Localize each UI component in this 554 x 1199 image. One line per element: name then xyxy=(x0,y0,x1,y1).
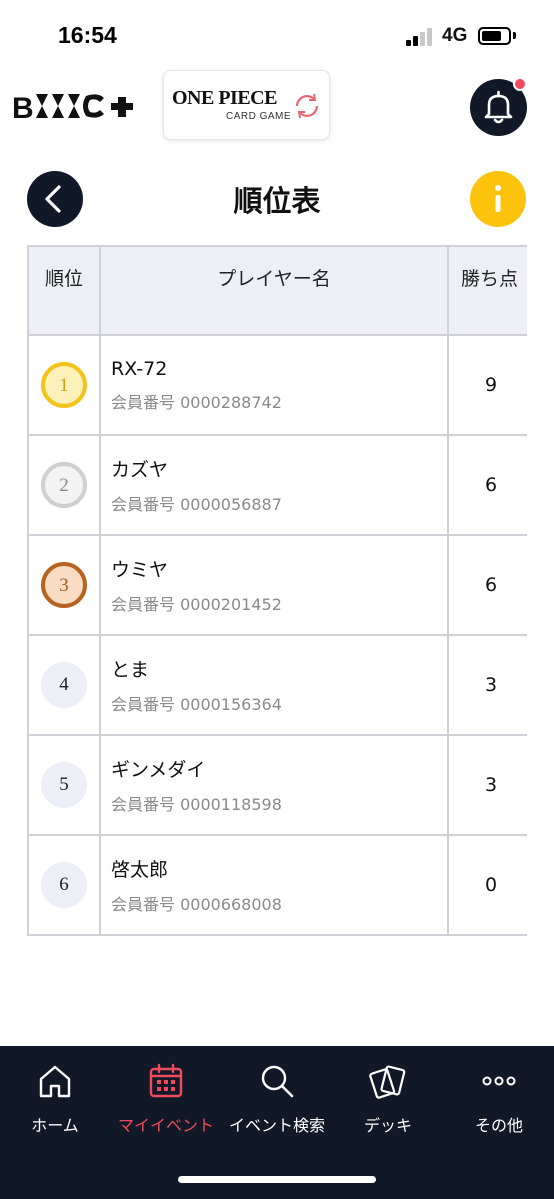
nav-deck[interactable]: デッキ xyxy=(333,1046,443,1146)
svg-text:B: B xyxy=(12,92,34,124)
score-value: 6 xyxy=(447,434,527,536)
rank-badge: 4 xyxy=(41,662,87,708)
one-piece-logo[interactable]: ONE PIECE CARD GAME xyxy=(163,70,330,140)
player-name: とま xyxy=(111,659,150,681)
game-logo-title: ONE PIECE xyxy=(172,87,277,109)
member-number: 会員番号 0000118598 xyxy=(111,795,282,814)
nav-home[interactable]: ホーム xyxy=(0,1046,110,1146)
player-name: 啓太郎 xyxy=(111,859,169,881)
header-score: 勝ち点 xyxy=(447,245,527,336)
table-row: 1 RX-72 会員番号 0000288742 9 xyxy=(27,334,527,436)
table-header-row: 順位 プレイヤー名 勝ち点 xyxy=(27,245,527,336)
player-name: ウミヤ xyxy=(111,559,169,581)
header-rank: 順位 xyxy=(27,245,101,336)
standings-table[interactable]: 順位 プレイヤー名 勝ち点 1 RX-72 会員番号 0000288742 9 … xyxy=(27,245,527,938)
btcg-logo[interactable]: B xyxy=(12,88,137,124)
home-indicator[interactable] xyxy=(178,1176,376,1183)
score-value: 3 xyxy=(447,734,527,836)
score-value: 0 xyxy=(447,834,527,936)
score-value: 6 xyxy=(447,534,527,636)
nav-my-events[interactable]: マイイベント xyxy=(111,1046,221,1146)
info-icon xyxy=(495,185,501,212)
info-button[interactable] xyxy=(470,171,526,227)
score-value: 3 xyxy=(447,634,527,736)
table-row: 4 とま 会員番号 0000156364 3 xyxy=(27,634,527,736)
cards-icon xyxy=(369,1065,406,1099)
player-name: RX-72 xyxy=(111,357,168,380)
rank-badge: 5 xyxy=(41,762,87,808)
table-row: 3 ウミヤ 会員番号 0000201452 6 xyxy=(27,534,527,636)
member-number: 会員番号 0000201452 xyxy=(111,595,282,614)
nav-more[interactable]: その他 xyxy=(444,1046,554,1146)
app-header: B ONE PIECE CARD GAME xyxy=(0,66,554,146)
network-label: 4G xyxy=(442,25,468,46)
player-name: ギンメダイ xyxy=(111,759,206,781)
nav-event-search[interactable]: イベント検索 xyxy=(222,1046,332,1146)
home-icon xyxy=(39,1065,71,1098)
game-logo-subtitle: CARD GAME xyxy=(226,111,292,122)
member-number: 会員番号 0000288742 xyxy=(111,392,282,412)
player-name: カズヤ xyxy=(111,459,169,481)
rank-badge: 6 xyxy=(41,862,87,908)
header-player: プレイヤー名 xyxy=(99,245,449,336)
status-time: 16:54 xyxy=(58,22,117,48)
table-row: 5 ギンメダイ 会員番号 0000118598 3 xyxy=(27,734,527,836)
score-value: 9 xyxy=(447,334,527,436)
nav-more-label: その他 xyxy=(474,1116,523,1135)
notification-badge xyxy=(513,77,527,91)
more-icon xyxy=(482,1076,516,1086)
member-number: 会員番号 0000056887 xyxy=(111,495,282,514)
signal-icon xyxy=(406,28,434,46)
table-row: 2 カズヤ 会員番号 0000056887 6 xyxy=(27,434,527,536)
rank-medal-silver: 2 xyxy=(41,462,87,508)
member-number: 会員番号 0000156364 xyxy=(111,695,282,714)
calendar-icon xyxy=(149,1063,183,1098)
battery-icon xyxy=(478,27,511,45)
status-bar: 16:54 4G xyxy=(0,0,554,70)
member-number: 会員番号 0000668008 xyxy=(111,895,282,914)
table-row: 6 啓太郎 会員番号 0000668008 0 xyxy=(27,834,527,936)
rank-medal-gold: 1 xyxy=(41,362,87,408)
search-icon xyxy=(261,1065,294,1098)
cycle-icon xyxy=(295,93,319,119)
rank-medal-bronze: 3 xyxy=(41,562,87,608)
